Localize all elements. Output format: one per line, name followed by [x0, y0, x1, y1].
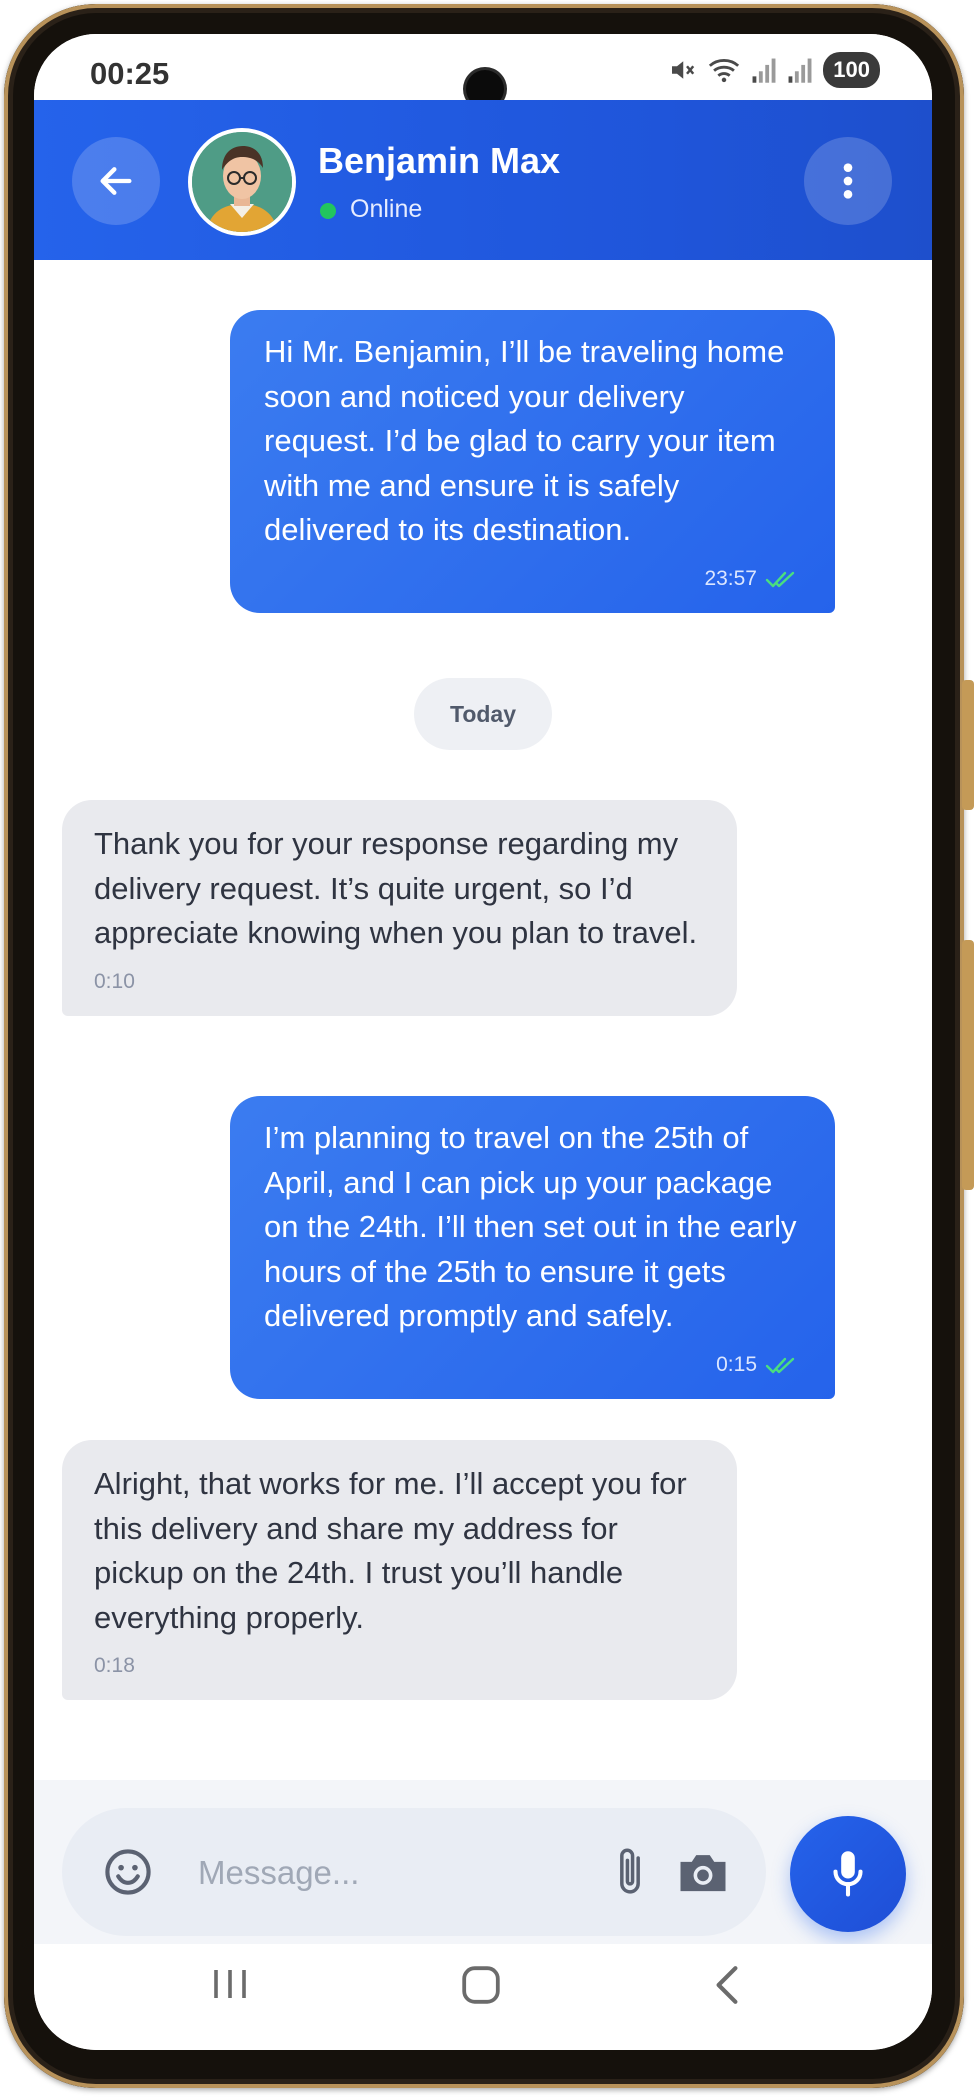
- more-vertical-icon: [843, 163, 853, 199]
- recent-apps-button[interactable]: [210, 1964, 250, 2004]
- wifi-icon: [709, 59, 740, 83]
- microphone-icon: [833, 1851, 863, 1897]
- double-check-icon: [765, 571, 795, 587]
- message-time: 23:57: [704, 566, 757, 590]
- power-button: [962, 940, 974, 1190]
- battery-indicator: 100: [823, 52, 880, 88]
- signal-icon: [788, 58, 812, 83]
- recent-apps-icon: [214, 1970, 246, 1998]
- message-bubble-incoming[interactable]: Thank you for your response regarding my…: [62, 800, 737, 1016]
- home-icon: [462, 1966, 500, 2004]
- date-separator: Today: [414, 678, 552, 750]
- online-indicator: [320, 203, 336, 219]
- status-time: 00:25: [90, 56, 170, 91]
- message-text: I’m planning to travel on the 25th of Ap…: [264, 1120, 797, 1333]
- double-check-icon: [765, 1357, 795, 1373]
- message-time: 0:18: [94, 1654, 135, 1677]
- avatar[interactable]: [188, 128, 296, 236]
- voice-record-button[interactable]: [790, 1816, 906, 1932]
- avatar-image: [192, 132, 292, 232]
- paperclip-icon: [620, 1848, 640, 1894]
- nav-back-button[interactable]: [710, 1964, 744, 2006]
- message-meta: 0:15: [264, 1353, 801, 1377]
- mute-icon: [672, 61, 695, 79]
- chevron-left-icon: [716, 1966, 738, 2004]
- message-bubble-incoming[interactable]: Alright, that works for me. I’ll accept …: [62, 1440, 737, 1700]
- status-bar: 00:25 100: [34, 34, 932, 108]
- screen: 00:25 100 Benjamin Max Online Hi Mr. Ben…: [34, 34, 932, 2050]
- back-button[interactable]: [72, 137, 160, 225]
- system-nav-bar: [34, 1944, 932, 2050]
- message-bubble-outgoing[interactable]: I’m planning to travel on the 25th of Ap…: [230, 1096, 835, 1399]
- message-time: 0:10: [94, 969, 135, 993]
- arrow-left-icon: [100, 167, 132, 195]
- camera-button[interactable]: [676, 1848, 730, 1896]
- message-time: 0:15: [716, 1352, 757, 1376]
- contact-name[interactable]: Benjamin Max: [318, 140, 560, 182]
- chat-header: Benjamin Max Online: [34, 100, 932, 260]
- message-text: Alright, that works for me. I’ll accept …: [94, 1466, 687, 1635]
- message-bubble-outgoing[interactable]: Hi Mr. Benjamin, I’ll be traveling home …: [230, 310, 835, 613]
- message-list[interactable]: Hi Mr. Benjamin, I’ll be traveling home …: [34, 260, 932, 1780]
- attach-button[interactable]: [610, 1844, 650, 1900]
- camera-icon: [680, 1855, 726, 1892]
- home-button[interactable]: [460, 1964, 502, 2006]
- message-input[interactable]: [196, 1842, 590, 1904]
- message-text: Thank you for your response regarding my…: [94, 826, 698, 950]
- emoji-icon: [105, 1849, 151, 1895]
- status-icons: 100: [667, 52, 880, 88]
- message-composer: [62, 1808, 766, 1936]
- emoji-button[interactable]: [102, 1846, 154, 1898]
- signal-icon: [752, 58, 776, 83]
- message-meta: 23:57: [264, 567, 801, 591]
- contact-status: Online: [350, 195, 423, 223]
- message-text: Hi Mr. Benjamin, I’ll be traveling home …: [264, 334, 785, 547]
- more-options-button[interactable]: [804, 137, 892, 225]
- volume-button: [962, 680, 974, 810]
